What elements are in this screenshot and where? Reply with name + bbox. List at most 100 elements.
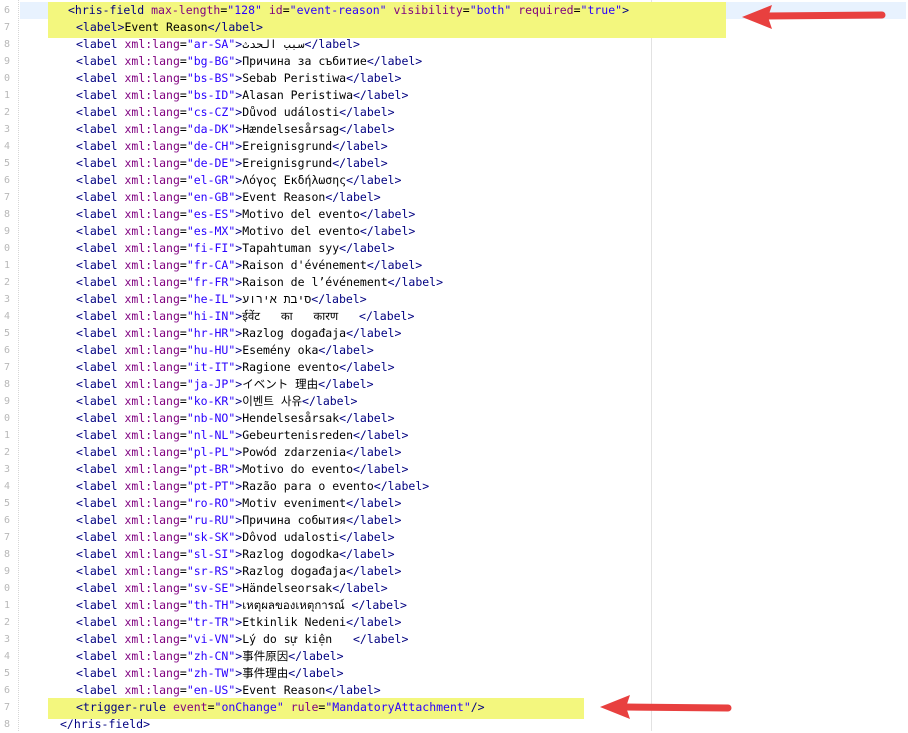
line-number: 3 xyxy=(3,464,10,475)
code-line[interactable]: <label xml:lang="th-TH">เหตุผลของเหตุการ… xyxy=(76,597,407,614)
code-line[interactable]: <label xml:lang="nb-NO">Hendelsesårsak</… xyxy=(76,410,395,427)
code-line[interactable]: <label xml:lang="zh-CN">事件原因</label> xyxy=(76,648,344,665)
code-line[interactable]: <label xml:lang="it-IT">Ragione evento</… xyxy=(76,359,395,376)
attribute-value: "en-US" xyxy=(186,683,236,697)
code-line[interactable]: <label xml:lang="fi-FI">Tapahtuman syy</… xyxy=(76,240,395,257)
attribute-name: rule xyxy=(290,700,319,714)
code-line[interactable]: <label xml:lang="sk-SK">Dôvod udalosti</… xyxy=(76,529,395,546)
code-line[interactable]: <label xml:lang="he-IL">סיבת אירוע</labe… xyxy=(76,291,367,308)
label-text: 事件原因 xyxy=(242,649,289,663)
code-line[interactable]: <label xml:lang="ru-RU">Причина события<… xyxy=(76,512,401,529)
line-number: 8 xyxy=(3,719,10,730)
attribute-value: "pt-PT" xyxy=(186,479,236,493)
code-line[interactable]: <label xml:lang="fr-CA">Raison d'événeme… xyxy=(76,257,422,274)
attribute-value: "ro-RO" xyxy=(186,496,236,510)
label-text: 事件理由 xyxy=(242,666,289,680)
label-text: Alasan Peristiwa xyxy=(242,88,353,102)
code-line[interactable]: <label xml:lang="vi-VN">Lý do sự kiện </… xyxy=(76,631,408,648)
code-line[interactable]: <label xml:lang="bs-BS">Sebab Peristiwa<… xyxy=(76,70,401,87)
code-line[interactable]: <label xml:lang="bg-BG">Причина за събит… xyxy=(76,53,422,70)
attribute-name: xml:lang xyxy=(124,37,180,51)
element-tag: <label xyxy=(76,564,118,578)
code-line[interactable]: <label xml:lang="en-GB">Event Reason</la… xyxy=(76,189,381,206)
code-line[interactable]: <label xml:lang="hi-IN">ईवेंट का कारण </… xyxy=(76,308,414,325)
code-line[interactable]: <label>Event Reason</label> xyxy=(76,19,263,36)
code-line[interactable]: <label xml:lang="cs-CZ">Důvod události</… xyxy=(76,104,395,121)
code-line[interactable]: <label xml:lang="en-US">Event Reason</la… xyxy=(76,682,381,699)
attribute-name: xml:lang xyxy=(124,462,180,476)
code-line[interactable]: <label xml:lang="el-GR">Λόγος Εκδήλωσης<… xyxy=(76,172,401,189)
element-tag: <label xyxy=(76,54,118,68)
attribute-name: xml:lang xyxy=(124,173,180,187)
attribute-value: "es-MX" xyxy=(186,224,236,238)
attribute-name: xml:lang xyxy=(124,105,180,119)
label-text: Raison de l’événement xyxy=(242,275,388,289)
code-line[interactable]: <label xml:lang="pl-PL">Powód zdarzenia<… xyxy=(76,444,401,461)
element-tag: <label xyxy=(76,105,118,119)
attribute-value: "onChange" xyxy=(214,700,284,714)
label-text: Händelseorsak xyxy=(242,581,333,595)
attribute-name: xml:lang xyxy=(124,88,180,102)
gutter-separator xyxy=(18,0,19,731)
code-line[interactable]: <label xml:lang="es-ES">Motivo del event… xyxy=(76,206,415,223)
code-line[interactable]: <label xml:lang="bs-ID">Alasan Peristiwa… xyxy=(76,87,408,104)
code-line[interactable]: <label xml:lang="ko-KR">이벤트 사유</label> xyxy=(76,393,357,410)
element-tag: <label xyxy=(76,581,118,595)
code-line[interactable]: <label xml:lang="zh-TW">事件理由</label> xyxy=(76,665,344,682)
label-text: Motivo del evento xyxy=(242,207,360,221)
code-line[interactable]: </hris-field> xyxy=(60,716,150,733)
arrow-icon xyxy=(600,695,732,719)
attribute-value: "bs-BS" xyxy=(186,71,236,85)
element-tag: <label xyxy=(76,394,118,408)
code-editor[interactable]: 6 7 8 9 0 1 2 3 4 5 6 7 8 9 0 1 2 3 4 5 6 7 8 9 0 1 2 3 4 5 6 7 8 9 0 1 2 3 4 5… xyxy=(0,0,908,731)
line-number: 7 xyxy=(3,192,10,203)
attribute-value: "de-DE" xyxy=(186,156,236,170)
line-number: 8 xyxy=(3,39,10,50)
line-number: 1 xyxy=(3,260,10,271)
line-number: 9 xyxy=(3,56,10,67)
element-tag: <label xyxy=(76,343,118,357)
element-tag: </label> xyxy=(346,445,402,459)
line-number: 0 xyxy=(3,73,10,84)
attribute-name: xml:lang xyxy=(124,292,180,306)
code-line[interactable]: <label xml:lang="sl-SI">Razlog dogodka</… xyxy=(76,546,395,563)
line-number: 0 xyxy=(3,583,10,594)
code-line[interactable]: <label xml:lang="hu-HU">Esemény oka</lab… xyxy=(76,342,374,359)
code-line[interactable]: <label xml:lang="sr-RS">Razlog događaja<… xyxy=(76,563,401,580)
line-number: 2 xyxy=(3,277,10,288)
line-number: 5 xyxy=(3,668,10,679)
element-tag: <label xyxy=(76,156,118,170)
label-text: Sebab Peristiwa xyxy=(242,71,347,85)
element-tag: <label xyxy=(76,309,118,323)
line-number: 5 xyxy=(3,158,10,169)
code-line[interactable]: <label xml:lang="es-MX">Motivo del event… xyxy=(76,223,415,240)
code-line[interactable]: <trigger-rule event="onChange" rule="Man… xyxy=(76,699,485,716)
attribute-value: "zh-TW" xyxy=(186,666,236,680)
line-number: 0 xyxy=(3,243,10,254)
code-line[interactable]: <label xml:lang="fr-FR">Raison de l’évén… xyxy=(76,274,443,291)
code-line[interactable]: <label xml:lang="pt-PT">Razão para o eve… xyxy=(76,478,429,495)
line-number: 1 xyxy=(3,90,10,101)
line-number: 3 xyxy=(3,634,10,645)
code-line[interactable]: <label xml:lang="ar-SA">سبب الحدث</label… xyxy=(76,36,360,53)
line-number: 2 xyxy=(3,107,10,118)
line-number: 1 xyxy=(3,600,10,611)
attribute-value: "nb-NO" xyxy=(186,411,236,425)
label-text: סיבת אירוע xyxy=(242,292,312,306)
line-number: 2 xyxy=(3,617,10,628)
code-line[interactable]: <label xml:lang="ja-JP">イベント 理由</label> xyxy=(76,376,374,393)
element-tag: </label> xyxy=(207,20,263,34)
code-line[interactable]: <label xml:lang="de-DE">Ereignisgrund</l… xyxy=(76,155,388,172)
code-line[interactable]: <hris-field max-length="128" id="event-r… xyxy=(68,2,629,19)
code-line[interactable]: <label xml:lang="hr-HR">Razlog događaja<… xyxy=(76,325,401,342)
code-line[interactable]: <label xml:lang="da-DK">Hændelsesårsag</… xyxy=(76,121,395,138)
code-line[interactable]: <label xml:lang="de-CH">Ereignisgrund</l… xyxy=(76,138,388,155)
code-line[interactable]: <label xml:lang="sv-SE">Händelseorsak</l… xyxy=(76,580,388,597)
code-line[interactable]: <label xml:lang="pt-BR">Motivo do evento… xyxy=(76,461,408,478)
code-line[interactable]: <label xml:lang="ro-RO">Motiv eveniment<… xyxy=(76,495,401,512)
element-tag: </label> xyxy=(311,292,367,306)
code-line[interactable]: <label xml:lang="tr-TR">Etkinlik Nedeni<… xyxy=(76,614,401,631)
element-tag: <label xyxy=(76,632,118,646)
code-line[interactable]: <label xml:lang="nl-NL">Gebeurtenisreden… xyxy=(76,427,408,444)
attribute-value: "fr-FR" xyxy=(186,275,236,289)
